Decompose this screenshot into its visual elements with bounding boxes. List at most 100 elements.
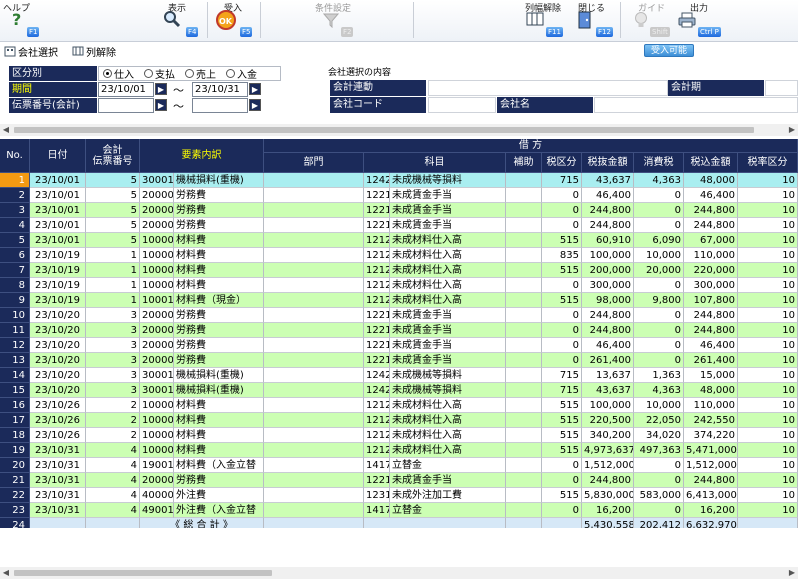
- cell-date[interactable]: 23/10/26: [30, 413, 86, 428]
- cell-tax-category[interactable]: 0: [542, 203, 582, 218]
- cell-element-code[interactable]: 19001: [140, 458, 174, 473]
- cell-account-code[interactable]: 1212: [364, 263, 390, 278]
- cell-tax-rate[interactable]: 10: [738, 278, 798, 293]
- cell-element-name[interactable]: 材料費（入金立替: [174, 458, 264, 473]
- cell-element-name[interactable]: 労務費: [174, 308, 264, 323]
- cell-in-amount[interactable]: 374,220: [684, 428, 738, 443]
- cell-tax-rate[interactable]: 10: [738, 233, 798, 248]
- cell-element-code[interactable]: 10000: [140, 413, 174, 428]
- cell-account-name[interactable]: 未成材料仕入高: [390, 293, 506, 308]
- cell-ex-amount[interactable]: 340,200: [582, 428, 634, 443]
- period-to-picker-icon[interactable]: ▶: [249, 83, 261, 95]
- table-row[interactable]: 5 23/10/01 5 10000 材料費 1212 未成材料仕入高 515 60,910 6,…: [0, 233, 798, 248]
- header-tax-category[interactable]: 税区分: [542, 153, 582, 173]
- cell-voucher[interactable]: 1: [86, 248, 140, 263]
- cell-account-code[interactable]: 1212: [364, 398, 390, 413]
- cell-voucher[interactable]: 4: [86, 473, 140, 488]
- cell-tax-rate[interactable]: 10: [738, 218, 798, 233]
- cell-voucher[interactable]: 1: [86, 293, 140, 308]
- cell-voucher[interactable]: 5: [86, 188, 140, 203]
- cell-element-code[interactable]: 20000: [140, 473, 174, 488]
- cell-in-amount[interactable]: 244,800: [684, 308, 738, 323]
- cell-element-code[interactable]: 10000: [140, 248, 174, 263]
- cell-in-amount[interactable]: 244,800: [684, 218, 738, 233]
- period-from-input[interactable]: 23/10/01: [98, 82, 154, 97]
- cell-date[interactable]: 23/10/20: [30, 308, 86, 323]
- cell-sub[interactable]: [506, 308, 542, 323]
- cell-sub[interactable]: [506, 233, 542, 248]
- cell-no[interactable]: 23: [0, 503, 30, 518]
- cell-element-code[interactable]: 20000: [140, 353, 174, 368]
- cell-sub[interactable]: [506, 503, 542, 518]
- cell-tax-rate[interactable]: 10: [738, 323, 798, 338]
- cell-element-code[interactable]: 10000: [140, 263, 174, 278]
- cell-account-code[interactable]: 1221: [364, 203, 390, 218]
- cell-ex-amount[interactable]: 60,910: [582, 233, 634, 248]
- cell-tax-category[interactable]: 515: [542, 443, 582, 458]
- cell-voucher[interactable]: 1: [86, 263, 140, 278]
- cell-sub[interactable]: [506, 368, 542, 383]
- cell-dept[interactable]: [264, 188, 364, 203]
- cell-tax[interactable]: 0: [634, 353, 684, 368]
- cell-account-code[interactable]: 1212: [364, 428, 390, 443]
- cell-ex-amount[interactable]: 244,800: [582, 218, 634, 233]
- cell-voucher[interactable]: 3: [86, 383, 140, 398]
- cell-account-code[interactable]: 1212: [364, 248, 390, 263]
- cell-in-amount[interactable]: 6,413,000: [684, 488, 738, 503]
- cell-in-amount[interactable]: 46,400: [684, 338, 738, 353]
- cell-tax-category[interactable]: 0: [542, 308, 582, 323]
- cell-tax-category[interactable]: 715: [542, 383, 582, 398]
- cell-tax[interactable]: 4,363: [634, 383, 684, 398]
- cell-tax-rate[interactable]: 10: [738, 368, 798, 383]
- cell-tax-rate[interactable]: 10: [738, 248, 798, 263]
- cell-in-amount[interactable]: 1,512,000: [684, 458, 738, 473]
- cell-tax-category[interactable]: 0: [542, 503, 582, 518]
- cell-tax[interactable]: 1,363: [634, 368, 684, 383]
- table-row[interactable]: 8 23/10/19 1 10000 材料費 1212 未成材料仕入高 0 300,000 0 30…: [0, 278, 798, 293]
- cell-account-name[interactable]: 未成機械等損料: [390, 173, 506, 188]
- cell-element-name[interactable]: 材料費: [174, 413, 264, 428]
- table-row[interactable]: 10 23/10/20 3 20000 労務費 1221 未成賃金手当 0 244,800 0 24…: [0, 308, 798, 323]
- cell-account-name[interactable]: 未成賃金手当: [390, 353, 506, 368]
- cell-ex-amount[interactable]: 220,500: [582, 413, 634, 428]
- cell-tax[interactable]: 0: [634, 458, 684, 473]
- cell-element-name[interactable]: 材料費: [174, 428, 264, 443]
- cell-account-name[interactable]: 未成外注加工費: [390, 488, 506, 503]
- cell-element-name[interactable]: 機械損料(重機): [174, 383, 264, 398]
- cell-ex-amount[interactable]: 261,400: [582, 353, 634, 368]
- table-row[interactable]: 13 23/10/20 3 20000 労務費 1221 未成賃金手当 0 261,400 0 26…: [0, 353, 798, 368]
- cell-sub[interactable]: [506, 323, 542, 338]
- cell-account-code[interactable]: 1212: [364, 443, 390, 458]
- cell-element-code[interactable]: 20000: [140, 338, 174, 353]
- cell-date[interactable]: 23/10/01: [30, 203, 86, 218]
- table-row[interactable]: 9 23/10/19 1 10001 材料費（現金） 1212 未成材料仕入高 515 98,0…: [0, 293, 798, 308]
- cell-tax-rate[interactable]: 10: [738, 398, 798, 413]
- cell-voucher[interactable]: 4: [86, 488, 140, 503]
- cell-no[interactable]: 7: [0, 263, 30, 278]
- cell-tax-rate[interactable]: 10: [738, 488, 798, 503]
- cell-ex-amount[interactable]: 46,400: [582, 338, 634, 353]
- cell-account-code[interactable]: 1417: [364, 503, 390, 518]
- cell-in-amount[interactable]: 46,400: [684, 188, 738, 203]
- cell-no[interactable]: 1: [0, 173, 30, 188]
- cell-sub[interactable]: [506, 488, 542, 503]
- table-row[interactable]: 15 23/10/20 3 30001 機械損料(重機) 1242 未成機械等損料 715 43…: [0, 383, 798, 398]
- cell-tax-rate[interactable]: 10: [738, 428, 798, 443]
- cell-element-name[interactable]: 労務費: [174, 188, 264, 203]
- cell-ex-amount[interactable]: 100,000: [582, 248, 634, 263]
- cell-dept[interactable]: [264, 353, 364, 368]
- header-in-amount[interactable]: 税込金額: [684, 153, 738, 173]
- cell-ex-amount[interactable]: 244,800: [582, 308, 634, 323]
- cell-account-name[interactable]: 未成材料仕入高: [390, 398, 506, 413]
- cell-tax[interactable]: 10,000: [634, 398, 684, 413]
- cell-element-name[interactable]: 労務費: [174, 338, 264, 353]
- cell-dept[interactable]: [264, 293, 364, 308]
- cell-ex-amount[interactable]: 13,637: [582, 368, 634, 383]
- cell-account-name[interactable]: 未成材料仕入高: [390, 443, 506, 458]
- cell-sub[interactable]: [506, 398, 542, 413]
- cell-voucher[interactable]: 3: [86, 338, 140, 353]
- cell-tax-rate[interactable]: 10: [738, 503, 798, 518]
- cell-tax-category[interactable]: 0: [542, 473, 582, 488]
- table-row[interactable]: 14 23/10/20 3 30001 機械損料(重機) 1242 未成機械等損料 715 13…: [0, 368, 798, 383]
- receive-button[interactable]: 受入 OK F5: [212, 0, 258, 42]
